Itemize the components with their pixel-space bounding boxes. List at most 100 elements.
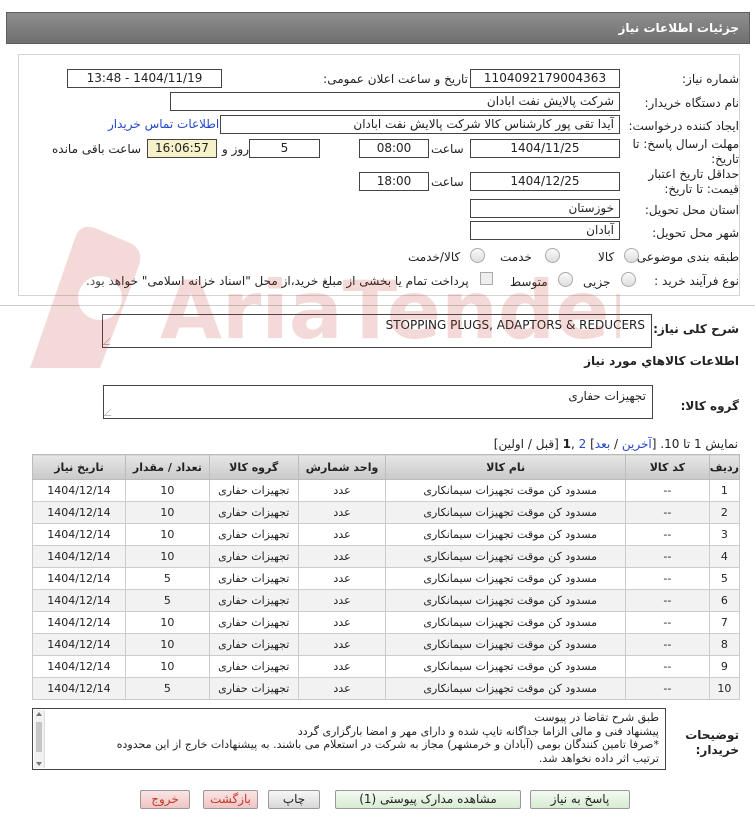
exit-button[interactable]: خروج bbox=[140, 790, 190, 809]
province-label: استان محل تحویل: bbox=[644, 203, 739, 217]
col-header-qty[interactable]: تعداد / مقدار bbox=[124, 454, 210, 480]
cell-item-name: مسدود کن موقت تجهیزات سیمانکاری bbox=[385, 589, 626, 612]
category-both-label: کالا/خدمت bbox=[408, 250, 461, 264]
purchase-radio-medium[interactable] bbox=[558, 272, 573, 287]
table-row[interactable]: 7 -- مسدود کن موقت تجهیزات سیمانکاری عدد تجه… bbox=[32, 611, 741, 634]
payment-note: پرداخت تمام یا بخشی از مبلغ خرید،از محل … bbox=[86, 274, 469, 288]
reply-button[interactable]: پاسخ به نیاز bbox=[530, 790, 630, 809]
purchase-medium-label: متوسط bbox=[510, 275, 548, 289]
buyer-org-label: نام دستگاه خریدار: bbox=[644, 96, 740, 110]
table-row[interactable]: 2 -- مسدود کن موقت تجهیزات سیمانکاری عدد تجه… bbox=[32, 501, 741, 524]
table-row[interactable]: 6 -- مسدود کن موقت تجهیزات سیمانکاری عدد تجه… bbox=[32, 589, 741, 612]
table-row[interactable]: 4 -- مسدود کن موقت تجهیزات سیمانکاری عدد تجه… bbox=[32, 545, 741, 568]
cell-group: تجهیزات حفاری bbox=[208, 501, 299, 524]
cell-quantity: 10 bbox=[124, 655, 210, 678]
pager-last-link[interactable]: آخرین bbox=[622, 437, 652, 451]
cell-item-name: مسدود کن موقت تجهیزات سیمانکاری bbox=[385, 545, 626, 568]
remaining-label: ساعت باقی مانده bbox=[52, 142, 142, 156]
cell-need-date: 1404/12/14 bbox=[32, 479, 126, 502]
cell-row-number: 10 bbox=[708, 677, 741, 700]
category-radio-both[interactable] bbox=[470, 248, 485, 263]
section-divider bbox=[0, 305, 755, 306]
cell-item-name: مسدود کن موقت تجهیزات سیمانکاری bbox=[385, 677, 626, 700]
cell-need-date: 1404/12/14 bbox=[32, 611, 126, 634]
notes-scrollbar[interactable] bbox=[34, 710, 45, 768]
cell-quantity: 5 bbox=[124, 567, 210, 590]
cell-group: تجهیزات حفاری bbox=[208, 677, 299, 700]
category-radio-goods[interactable] bbox=[624, 248, 639, 263]
notes-label-buyer: خریدار: bbox=[695, 743, 739, 757]
scroll-up-icon[interactable] bbox=[36, 712, 42, 716]
cell-quantity: 10 bbox=[124, 523, 210, 546]
province-field[interactable]: خوزستان bbox=[470, 199, 620, 218]
cell-need-date: 1404/12/14 bbox=[32, 589, 126, 612]
pager-next-link[interactable]: بعد bbox=[595, 437, 610, 451]
table-row[interactable]: 8 -- مسدود کن موقت تجهیزات سیمانکاری عدد تجه… bbox=[32, 633, 741, 656]
view-attachments-button[interactable]: مشاهده مدارک پیوستی (1) bbox=[335, 790, 521, 809]
table-row[interactable]: 5 -- مسدود کن موقت تجهیزات سیمانکاری عدد تجه… bbox=[32, 567, 741, 590]
print-button[interactable]: چاپ bbox=[268, 790, 320, 809]
remaining-time-field: 16:06:57 bbox=[147, 139, 217, 158]
table-row[interactable]: 9 -- مسدود کن موقت تجهیزات سیمانکاری عدد تجه… bbox=[32, 655, 741, 678]
buyer-org-field[interactable]: شرکت پالایش نفت ابادان bbox=[170, 92, 620, 111]
cell-row-number: 9 bbox=[708, 655, 741, 678]
goods-group-field[interactable]: تجهیزات حفاری bbox=[103, 385, 653, 419]
purchase-radio-minor[interactable] bbox=[621, 272, 636, 287]
pager-bracket: ] bbox=[586, 437, 595, 451]
deadline-label: مهلت ارسال پاسخ: تا bbox=[632, 137, 739, 151]
buyer-notes-field[interactable]: طبق شرح تقاضا در پیوست پیشنهاد فنی و مال… bbox=[32, 708, 666, 770]
col-header-date[interactable]: تاریخ نیاز bbox=[32, 454, 126, 480]
deadline-time-label: ساعت bbox=[431, 142, 464, 156]
city-field[interactable]: آبادان bbox=[470, 221, 620, 240]
need-number-field[interactable]: 1104092179004363 bbox=[470, 69, 620, 88]
category-radio-service[interactable] bbox=[545, 248, 560, 263]
table-row[interactable]: 10 -- مسدود کن موقت تجهیزات سیمانکاری عدد تج… bbox=[32, 677, 741, 700]
validity-label-date: قیمت: تا تاریخ: bbox=[664, 182, 739, 196]
validity-date-field[interactable]: 1404/12/25 bbox=[470, 172, 620, 191]
cell-item-code: -- bbox=[624, 589, 710, 612]
table-row[interactable]: 3 -- مسدود کن موقت تجهیزات سیمانکاری عدد تجه… bbox=[32, 523, 741, 546]
purchase-minor-label: جزیی bbox=[583, 275, 611, 289]
creator-field[interactable]: آیدا تقی پور کارشناس کالا شرکت پالایش نف… bbox=[220, 115, 620, 134]
cell-quantity: 5 bbox=[124, 677, 210, 700]
cell-need-date: 1404/12/14 bbox=[32, 523, 126, 546]
cell-group: تجهیزات حفاری bbox=[208, 523, 299, 546]
need-number-label: شماره نیاز: bbox=[682, 72, 739, 86]
need-description-field[interactable]: STOPPING PLUGS, ADAPTORS & REDUCERS bbox=[102, 314, 652, 348]
cell-quantity: 10 bbox=[124, 633, 210, 656]
scroll-down-icon[interactable] bbox=[36, 762, 42, 766]
cell-quantity: 10 bbox=[124, 501, 210, 524]
deadline-date-field[interactable]: 1404/11/25 bbox=[470, 139, 620, 158]
col-header-name[interactable]: نام کالا bbox=[385, 454, 626, 480]
days-field[interactable]: 5 bbox=[249, 139, 320, 158]
validity-time-field[interactable]: 18:00 bbox=[359, 172, 429, 191]
deadline-time-field[interactable]: 08:00 bbox=[359, 139, 429, 158]
cell-unit: عدد bbox=[297, 479, 387, 502]
resize-grip-icon[interactable] bbox=[102, 338, 117, 345]
col-header-unit[interactable]: واحد شمارش bbox=[297, 454, 387, 480]
table-row[interactable]: 1 -- مسدود کن موقت تجهیزات سیمانکاری عدد تجه… bbox=[32, 479, 741, 502]
creator-label: ایجاد کننده درخواست: bbox=[628, 119, 739, 133]
cell-need-date: 1404/12/14 bbox=[32, 501, 126, 524]
days-label: روز و bbox=[222, 142, 249, 156]
notes-line-1: طبق شرح تقاضا در پیوست bbox=[534, 711, 659, 724]
cell-item-name: مسدود کن موقت تجهیزات سیمانکاری bbox=[385, 479, 626, 502]
col-header-group[interactable]: گروه کالا bbox=[208, 454, 299, 480]
col-header-row[interactable]: ردیف bbox=[708, 454, 741, 480]
resize-grip-icon[interactable] bbox=[103, 409, 118, 416]
treasury-checkbox[interactable] bbox=[480, 272, 493, 285]
cell-unit: عدد bbox=[297, 567, 387, 590]
col-header-code[interactable]: کد کالا bbox=[624, 454, 710, 480]
back-button[interactable]: بازگشت bbox=[203, 790, 258, 809]
cell-row-number: 3 bbox=[708, 523, 741, 546]
pager-suffix: [قبل / اولین] bbox=[493, 437, 563, 451]
cell-unit: عدد bbox=[297, 655, 387, 678]
cell-group: تجهیزات حفاری bbox=[208, 479, 299, 502]
contact-buyer-link[interactable]: اطلاعات تماس خریدار bbox=[108, 117, 219, 131]
scroll-thumb[interactable] bbox=[36, 722, 42, 752]
items-table: ردیف کد کالا نام کالا واحد شمارش گروه کا… bbox=[32, 454, 741, 700]
cell-row-number: 5 bbox=[708, 567, 741, 590]
announce-date-field[interactable]: 1404/11/19 - 13:48 bbox=[67, 69, 222, 88]
cell-unit: عدد bbox=[297, 633, 387, 656]
cell-need-date: 1404/12/14 bbox=[32, 655, 126, 678]
